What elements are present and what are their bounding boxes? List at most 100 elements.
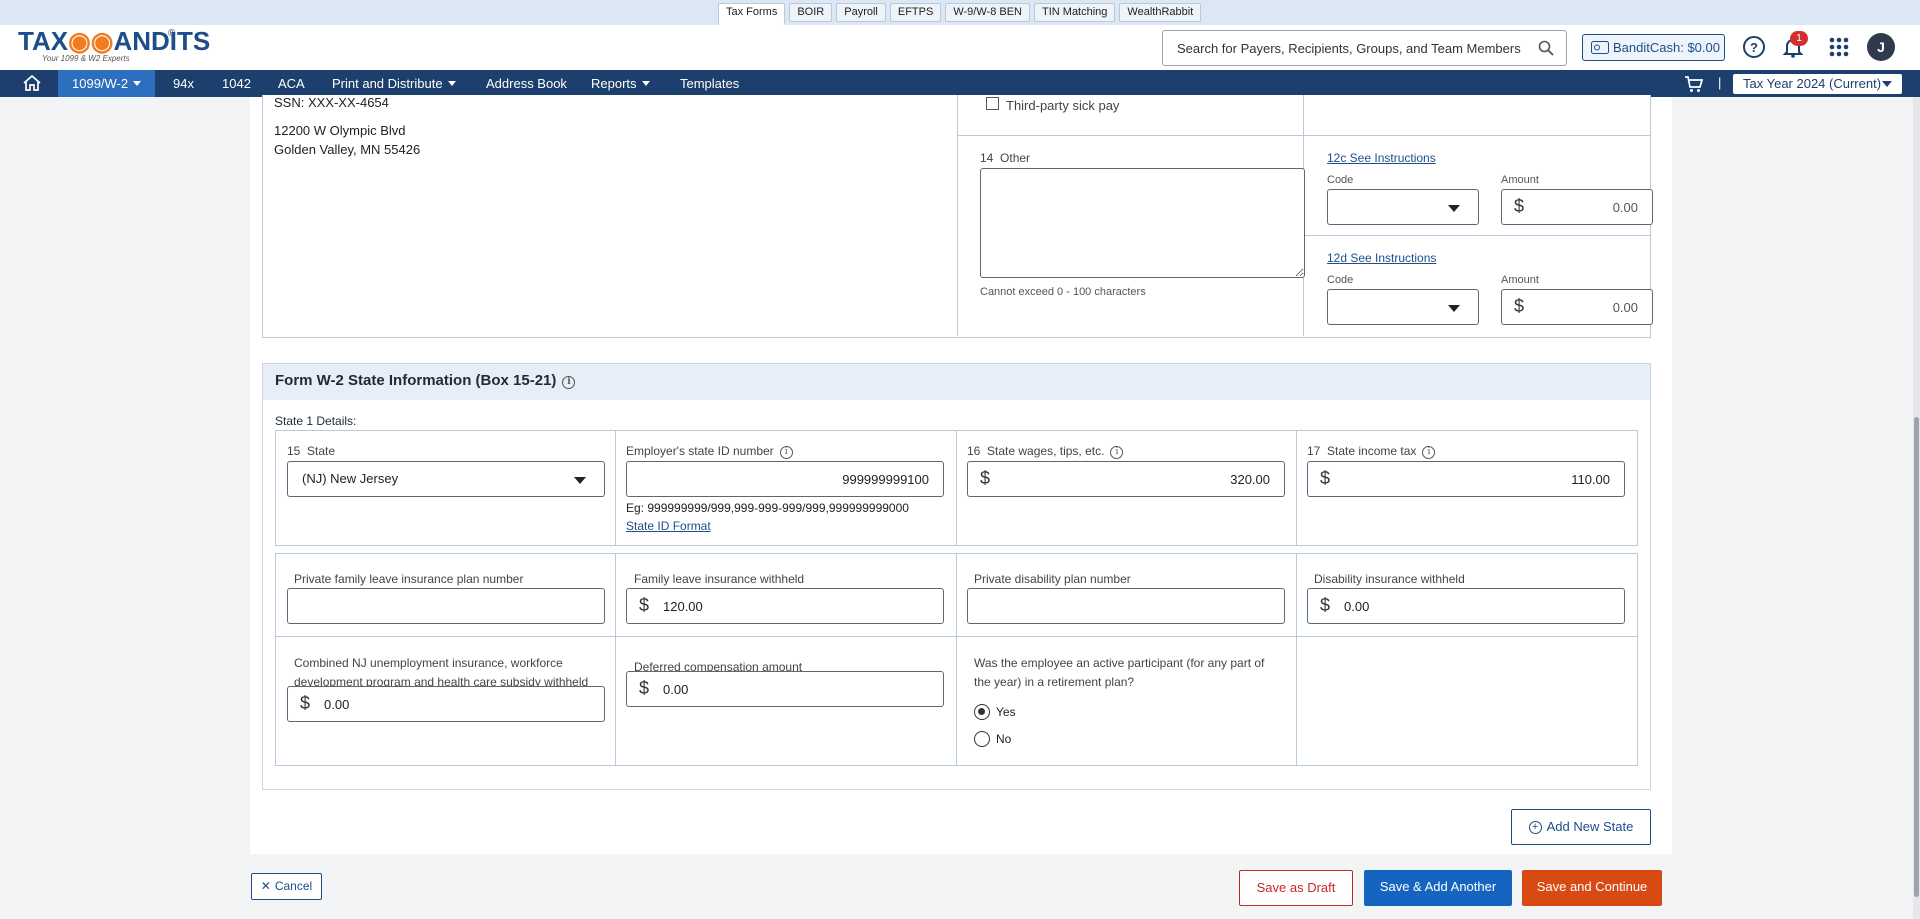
info-icon[interactable]: i: [1422, 446, 1436, 459]
search-icon[interactable]: [1538, 40, 1554, 56]
product-tab-payroll[interactable]: Payroll: [836, 3, 886, 22]
dollar-icon: $: [1514, 296, 1525, 316]
private-disability-label: Private disability plan number: [974, 572, 1131, 586]
state-select[interactable]: (NJ) New Jersey: [287, 461, 605, 497]
product-tab-tax-forms[interactable]: Tax Forms: [718, 3, 786, 25]
state1-row1: 15 State (NJ) New Jersey Employer's stat…: [275, 430, 1638, 546]
bandit-cash-value: $0.00: [1687, 40, 1720, 55]
nav-divider: |: [1718, 75, 1722, 90]
retirement-no-label: No: [996, 732, 1012, 746]
save-and-continue-button[interactable]: Save and Continue: [1522, 870, 1662, 906]
dollar-icon: $: [980, 468, 991, 488]
search-input[interactable]: [1163, 31, 1523, 65]
dollar-icon: $: [1320, 468, 1331, 488]
dollar-icon: $: [639, 678, 650, 698]
third-party-sick-pay-label: Third-party sick pay: [1006, 98, 1120, 113]
product-tab-wealthrabbit[interactable]: WealthRabbit: [1119, 3, 1202, 22]
chevron-down-icon: [1448, 305, 1460, 312]
employer-state-id-input[interactable]: 999999999100: [626, 461, 944, 497]
deferred-comp-input[interactable]: $0.00: [626, 671, 944, 707]
bandit-cash-label: BanditCash:: [1613, 40, 1684, 55]
third-party-sick-pay-checkbox[interactable]: [986, 97, 999, 110]
state-section-title: Form W-2 State Information (Box 15-21) i: [275, 372, 576, 389]
nav-94x[interactable]: 94x: [173, 70, 194, 97]
private-disability-input[interactable]: [967, 588, 1285, 624]
info-icon[interactable]: i: [779, 446, 793, 459]
apps-grid-icon[interactable]: [1827, 35, 1851, 59]
bandit-cash-button[interactable]: BanditCash: $0.00: [1582, 34, 1725, 61]
employer-state-id-label: Employer's state ID number i: [626, 444, 793, 459]
nav-reports[interactable]: Reports: [591, 70, 650, 97]
employee-address-line2: Golden Valley, MN 55426: [274, 142, 421, 157]
w2-form-card: SSN: XXX-XX-4654 12200 W Olympic Blvd Go…: [250, 95, 1672, 854]
dollar-icon: $: [639, 595, 650, 615]
state-wages-input[interactable]: $320.00: [967, 461, 1285, 497]
nav-print-distribute[interactable]: Print and Distribute: [332, 70, 456, 97]
state1-details-label: State 1 Details:: [275, 414, 357, 428]
box12c-code-select[interactable]: [1327, 189, 1479, 225]
scrollbar-thumb[interactable]: [1914, 417, 1919, 897]
retirement-no-radio[interactable]: [974, 731, 990, 747]
state-id-example: Eg: 999999999/999,999-999-999/999,999999…: [626, 501, 909, 515]
registered-mark: ®: [168, 28, 176, 39]
cart-icon[interactable]: [1684, 75, 1704, 93]
help-icon[interactable]: ?: [1742, 35, 1766, 59]
app-header: TAX◉◉ANDITS Your 1099 & W2 Experts ® Ban…: [0, 25, 1920, 70]
box14-hint: Cannot exceed 0 - 100 characters: [980, 286, 1146, 298]
scrollbar-track[interactable]: [1913, 97, 1920, 919]
info-icon[interactable]: i: [1110, 446, 1124, 459]
product-tab-eftps[interactable]: EFTPS: [889, 3, 942, 22]
box14-other-textarea[interactable]: [980, 168, 1305, 278]
tax-year-select[interactable]: Tax Year 2024 (Current): [1733, 74, 1902, 94]
nav-aca[interactable]: ACA: [278, 70, 305, 97]
nav-1099-w2[interactable]: 1099/W-2: [58, 70, 156, 97]
state-id-format-link[interactable]: State ID Format: [626, 519, 711, 533]
logo-text-left: TAX: [18, 26, 69, 56]
state-section-header: Form W-2 State Information (Box 15-21) i: [263, 364, 1650, 400]
box12c-amount-input[interactable]: $0.00: [1501, 189, 1653, 225]
retirement-yes-label: Yes: [996, 705, 1016, 719]
retirement-yes-radio[interactable]: [974, 704, 990, 720]
disability-withheld-label: Disability insurance withheld: [1314, 572, 1465, 586]
employee-address-line1: 12200 W Olympic Blvd: [274, 123, 406, 138]
box12d-instructions-link[interactable]: 12d See Instructions: [1327, 251, 1436, 265]
product-tab-tin-matching[interactable]: TIN Matching: [1034, 3, 1116, 22]
box12d-amount-label: Amount: [1501, 274, 1539, 286]
chevron-down-icon: [641, 81, 650, 86]
combined-nj-label-line1: Combined NJ unemployment insurance, work…: [294, 656, 563, 670]
dollar-icon: $: [300, 693, 311, 713]
save-as-draft-button[interactable]: Save as Draft: [1239, 870, 1353, 906]
home-icon[interactable]: [22, 74, 42, 92]
taxbandits-logo[interactable]: TAX◉◉ANDITS Your 1099 & W2 Experts ®: [18, 26, 210, 66]
combined-nj-input[interactable]: $0.00: [287, 686, 605, 722]
chevron-down-icon: [574, 477, 586, 484]
user-avatar[interactable]: J: [1867, 33, 1895, 61]
nav-templates[interactable]: Templates: [680, 70, 739, 97]
state-income-tax-input[interactable]: $110.00: [1307, 461, 1625, 497]
box12d-code-select[interactable]: [1327, 289, 1479, 325]
notification-count-badge: 1: [1790, 31, 1808, 46]
retirement-question-line1: Was the employee an active participant (…: [974, 656, 1265, 670]
disability-withheld-input[interactable]: $0.00: [1307, 588, 1625, 624]
product-tab-w9-w8ben[interactable]: W-9/W-8 BEN: [945, 3, 1030, 22]
chevron-down-icon: [447, 81, 456, 86]
family-leave-withheld-label: Family leave insurance withheld: [634, 572, 805, 586]
box14-label: 14 Other: [980, 151, 1031, 165]
family-leave-withheld-input[interactable]: $120.00: [626, 588, 944, 624]
logo-text-right: ANDITS: [113, 26, 211, 56]
nav-1042[interactable]: 1042: [222, 70, 251, 97]
box12d-amount-input[interactable]: $0.00: [1501, 289, 1653, 325]
add-new-state-button[interactable]: + Add New State: [1511, 809, 1651, 845]
save-add-another-button[interactable]: Save & Add Another: [1364, 870, 1512, 906]
close-icon: ✕: [260, 879, 271, 893]
main-nav: 1099/W-2 94x 1042 ACA Print and Distribu…: [0, 70, 1920, 97]
box12c-instructions-link[interactable]: 12c See Instructions: [1327, 151, 1436, 165]
product-tab-boir[interactable]: BOIR: [789, 3, 833, 22]
private-family-leave-input[interactable]: [287, 588, 605, 624]
box12c-amount-label: Amount: [1501, 174, 1539, 186]
chevron-down-icon: [133, 81, 142, 86]
cancel-button[interactable]: ✕ Cancel: [251, 873, 322, 900]
retirement-question-line2: the year) in a retirement plan?: [974, 675, 1135, 689]
info-icon[interactable]: i: [562, 376, 576, 389]
nav-address-book[interactable]: Address Book: [486, 70, 567, 97]
